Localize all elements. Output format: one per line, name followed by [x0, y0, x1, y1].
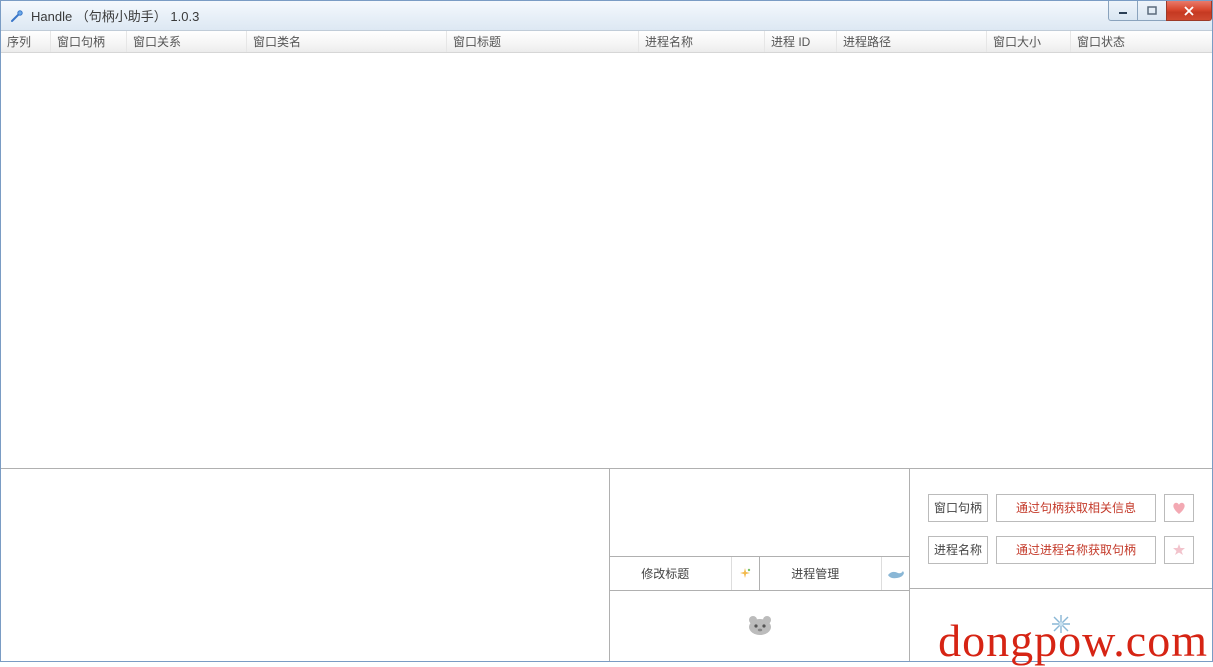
- snowflake-icon: [1051, 614, 1071, 637]
- col-class[interactable]: 窗口类名: [247, 31, 447, 52]
- window-controls: [1109, 1, 1212, 21]
- search-by-handle-row: 窗口句柄 通过句柄获取相关信息: [928, 494, 1194, 522]
- close-button[interactable]: [1166, 1, 1212, 21]
- bottom-left-panel: [1, 469, 610, 661]
- process-mgmt-button[interactable]: 进程管理: [760, 557, 910, 590]
- col-title[interactable]: 窗口标题: [447, 31, 639, 52]
- bottom-mid-footer: [610, 591, 909, 661]
- heart-icon[interactable]: [1164, 494, 1194, 522]
- bottom-mid-panel: 修改标题 进程管理: [610, 469, 910, 661]
- bottom-mid-blank: [610, 469, 909, 557]
- bottom-panel: 修改标题 进程管理: [1, 469, 1212, 661]
- col-handle[interactable]: 窗口句柄: [51, 31, 127, 52]
- app-window: Handle （句柄小助手） 1.0.3 序列 窗口句柄 窗口关系 窗口类名 窗…: [0, 0, 1213, 662]
- bear-icon: [745, 614, 775, 639]
- maximize-button[interactable]: [1137, 1, 1167, 21]
- handle-input-label: 窗口句柄: [928, 494, 988, 522]
- modify-title-label: 修改标题: [610, 565, 721, 582]
- minimize-button[interactable]: [1108, 1, 1138, 21]
- search-area: 窗口句柄 通过句柄获取相关信息 进程名称 通过进程名称获取句柄: [910, 469, 1212, 589]
- col-relation[interactable]: 窗口关系: [127, 31, 247, 52]
- bottom-right-footer: [910, 589, 1212, 661]
- col-procname[interactable]: 进程名称: [639, 31, 765, 52]
- table-header: 序列 窗口句柄 窗口关系 窗口类名 窗口标题 进程名称 进程 ID 进程路径 窗…: [1, 31, 1212, 53]
- modify-title-button[interactable]: 修改标题: [610, 557, 760, 590]
- process-mgmt-label: 进程管理: [760, 565, 872, 582]
- search-by-name-row: 进程名称 通过进程名称获取句柄: [928, 536, 1194, 564]
- procname-input-label: 进程名称: [928, 536, 988, 564]
- col-seq[interactable]: 序列: [1, 31, 51, 52]
- bottom-mid-actions: 修改标题 进程管理: [610, 557, 909, 591]
- col-pid[interactable]: 进程 ID: [765, 31, 837, 52]
- table-body[interactable]: [1, 53, 1212, 469]
- titlebar[interactable]: Handle （句柄小助手） 1.0.3: [1, 1, 1212, 31]
- window-title: Handle （句柄小助手） 1.0.3: [31, 6, 199, 25]
- bottom-right-panel: 窗口句柄 通过句柄获取相关信息 进程名称 通过进程名称获取句柄: [910, 469, 1212, 661]
- whale-icon: [881, 557, 909, 590]
- col-path[interactable]: 进程路径: [837, 31, 987, 52]
- col-size[interactable]: 窗口大小: [987, 31, 1071, 52]
- col-state[interactable]: 窗口状态: [1071, 31, 1212, 52]
- get-info-by-handle-button[interactable]: 通过句柄获取相关信息: [996, 494, 1156, 522]
- app-icon: [9, 8, 25, 24]
- sparkle-icon: [731, 557, 759, 590]
- get-handle-by-name-button[interactable]: 通过进程名称获取句柄: [996, 536, 1156, 564]
- star-icon[interactable]: [1164, 536, 1194, 564]
